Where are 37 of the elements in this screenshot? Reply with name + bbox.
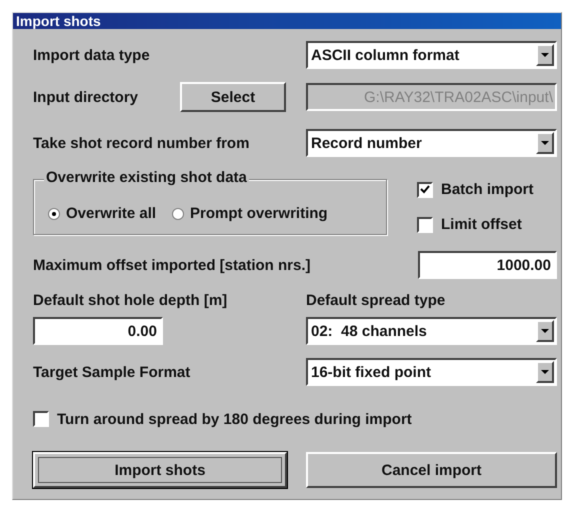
window-title: Import shots <box>16 13 101 29</box>
dropdown[interactable]: Record number <box>306 129 557 157</box>
depth-field[interactable]: 0.00 <box>33 317 163 345</box>
field-label: Target Sample Format <box>33 364 192 380</box>
checkbox[interactable] <box>417 182 433 198</box>
field-label: Input directory <box>33 88 140 106</box>
dropdown-button[interactable] <box>536 132 554 154</box>
radio-button[interactable] <box>172 208 184 220</box>
radio-button[interactable] <box>48 208 60 220</box>
radio-label: Overwrite all <box>66 205 156 222</box>
dropdown-arrow-icon <box>541 370 549 374</box>
offset-field[interactable]: 1000.00 <box>418 251 557 279</box>
dialog-button[interactable]: Cancel import <box>306 452 557 488</box>
group-title: Overwrite existing shot data <box>44 169 249 186</box>
dropdown[interactable]: 02: 48 channels <box>306 317 557 345</box>
dropdown-arrow-icon <box>541 329 549 333</box>
checkbox-label: Turn around spread by 180 degrees during import <box>57 410 412 428</box>
field-label: Default shot hole depth [m] <box>33 292 228 308</box>
dialog-button[interactable]: Import shots <box>33 452 287 488</box>
directory-field: G:\RAY32\TRA02ASC\input\ <box>306 83 557 111</box>
dropdown-arrow-icon <box>541 141 549 145</box>
dropdown[interactable]: 16-bit fixed point <box>306 358 557 386</box>
field-label: Default spread type <box>306 292 446 308</box>
checkbox[interactable] <box>33 411 49 427</box>
field-label: Maximum offset imported [station nrs.] <box>33 256 312 274</box>
dropdown-button[interactable] <box>536 44 554 66</box>
dropdown-arrow-icon <box>541 53 549 57</box>
check-icon <box>420 185 430 194</box>
dropdown[interactable]: ASCII column format <box>306 41 557 69</box>
radio-label: Prompt overwriting <box>190 205 328 222</box>
checkbox-label: Batch import <box>441 181 534 198</box>
field-label: Import data type <box>33 46 151 64</box>
dropdown-button[interactable] <box>536 320 554 342</box>
field-label: Take shot record number from <box>33 134 250 152</box>
checkbox-label: Limit offset <box>441 216 522 233</box>
checkbox[interactable] <box>417 216 433 232</box>
dropdown-button[interactable] <box>536 361 554 383</box>
